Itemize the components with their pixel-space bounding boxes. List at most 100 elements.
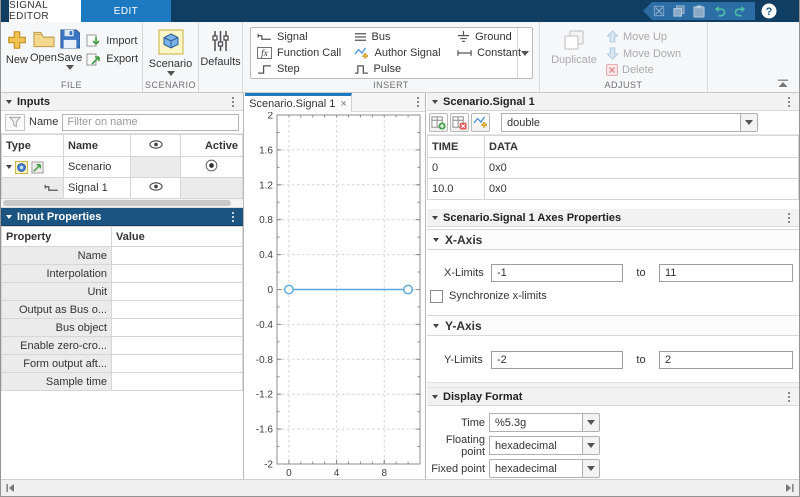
export-button[interactable]: Export bbox=[82, 50, 142, 68]
active-radio-icon[interactable] bbox=[205, 159, 218, 172]
col-time[interactable]: TIME bbox=[428, 136, 485, 158]
paste-icon[interactable] bbox=[693, 5, 705, 18]
open-button[interactable]: Open bbox=[30, 22, 57, 80]
undo-icon[interactable] bbox=[713, 5, 726, 17]
value-cell[interactable] bbox=[112, 283, 243, 301]
insert-group-label: INSERT bbox=[243, 80, 539, 90]
tab-signal-editor[interactable]: SIGNAL EDITOR bbox=[9, 0, 81, 22]
inputs-table: Type Name Active Scenario Signal 1 bbox=[1, 134, 243, 199]
value-cell[interactable] bbox=[112, 301, 243, 319]
time-cell[interactable]: 10.0 bbox=[428, 179, 485, 200]
inputs-menu-icon[interactable] bbox=[228, 95, 238, 109]
ribbon-group-defaults: Defaults bbox=[199, 22, 243, 92]
inputs-collapse-icon[interactable] bbox=[6, 100, 12, 104]
col-data[interactable]: DATA bbox=[485, 136, 799, 158]
scenario-badge-icon bbox=[15, 161, 28, 174]
close-tab-icon[interactable]: × bbox=[340, 98, 346, 110]
signal-panel-collapse-icon[interactable] bbox=[432, 100, 438, 104]
signal-panel-menu-icon[interactable] bbox=[784, 95, 794, 109]
tab-edit[interactable]: EDIT bbox=[81, 0, 171, 22]
col-name[interactable]: Name bbox=[64, 135, 131, 157]
collapse-left-pane-icon[interactable] bbox=[5, 483, 15, 493]
value-cell[interactable] bbox=[112, 355, 243, 373]
col-visibility[interactable] bbox=[131, 135, 181, 157]
redo-icon[interactable] bbox=[734, 5, 747, 17]
insert-author-signal-button[interactable]: Author Signal bbox=[348, 45, 452, 61]
input-properties-collapse-icon[interactable] bbox=[6, 215, 12, 219]
filter-input[interactable] bbox=[62, 114, 239, 131]
floating-point-combo[interactable]: hexadecimal bbox=[489, 436, 600, 455]
insert-signal-button[interactable]: Signal bbox=[251, 29, 348, 45]
col-value[interactable]: Value bbox=[112, 227, 243, 247]
display-format-menu-icon[interactable] bbox=[784, 390, 794, 404]
y-max-input[interactable]: 2 bbox=[659, 351, 793, 369]
cut-icon[interactable] bbox=[653, 5, 665, 17]
delete-row-button[interactable] bbox=[450, 113, 469, 132]
scenario-button[interactable]: Scenario bbox=[145, 22, 197, 80]
time-cell[interactable]: 0 bbox=[428, 158, 485, 179]
table-row-signal1[interactable]: Signal 1 bbox=[2, 178, 243, 199]
save-button[interactable]: Save bbox=[57, 22, 82, 80]
value-cell[interactable] bbox=[112, 247, 243, 265]
signal-chart[interactable]: 048-2-1.6-1.2-0.8-0.400.40.81.21.62 bbox=[245, 112, 425, 479]
import-export-stack: Import Export bbox=[82, 32, 142, 68]
new-button[interactable]: New bbox=[4, 22, 30, 80]
scenario-name-cell[interactable]: Scenario bbox=[64, 157, 131, 178]
plot-menu-icon[interactable] bbox=[413, 95, 423, 109]
move-down-button[interactable]: Move Down bbox=[602, 45, 685, 62]
sync-xlimits-checkbox[interactable] bbox=[430, 290, 443, 303]
signal1-visibility-icon[interactable] bbox=[149, 182, 163, 191]
value-cell[interactable] bbox=[112, 337, 243, 355]
expand-scenario-icon[interactable] bbox=[6, 165, 12, 169]
y-axis-section-header[interactable]: Y-Axis bbox=[427, 315, 799, 336]
axes-properties-menu-icon[interactable] bbox=[784, 211, 794, 225]
insert-bus-button[interactable]: Bus bbox=[348, 29, 452, 45]
insert-gallery-dropdown[interactable] bbox=[517, 28, 532, 78]
collapse-right-pane-icon[interactable] bbox=[785, 483, 795, 493]
insert-function-call-button[interactable]: fxFunction Call bbox=[251, 45, 348, 61]
x-min-input[interactable]: -1 bbox=[491, 264, 623, 282]
document-tab[interactable]: Scenario.Signal 1 × bbox=[245, 93, 352, 112]
duplicate-button[interactable]: Duplicate bbox=[546, 22, 602, 80]
filter-funnel-icon[interactable] bbox=[5, 114, 25, 131]
col-active[interactable]: Active bbox=[181, 135, 243, 157]
data-cell[interactable]: 0x0 bbox=[485, 179, 799, 200]
insert-constant-button[interactable]: Constant bbox=[451, 45, 517, 61]
signal-editor-window: SIGNAL EDITOR EDIT ? New Open Save bbox=[0, 0, 800, 497]
table-row-scenario[interactable]: Scenario bbox=[2, 157, 243, 178]
floating-point-value: hexadecimal bbox=[489, 436, 583, 455]
col-property[interactable]: Property bbox=[2, 227, 112, 247]
floating-point-format-row: Floating point hexadecimal bbox=[427, 436, 799, 455]
value-cell[interactable] bbox=[112, 265, 243, 283]
y-min-input[interactable]: -2 bbox=[491, 351, 623, 369]
value-cell[interactable] bbox=[112, 319, 243, 337]
insert-step-button[interactable]: Step bbox=[251, 61, 348, 77]
collapse-ribbon-icon[interactable] bbox=[777, 79, 789, 88]
time-format-combo[interactable]: %5.3g bbox=[489, 413, 600, 432]
add-row-button[interactable] bbox=[429, 113, 448, 132]
x-max-input[interactable]: 11 bbox=[659, 264, 793, 282]
defaults-button[interactable]: Defaults bbox=[199, 22, 242, 80]
chart-svg[interactable]: 048-2-1.6-1.2-0.8-0.400.40.81.21.62 bbox=[245, 112, 425, 480]
help-icon[interactable]: ? bbox=[761, 3, 777, 19]
signal1-name-cell[interactable]: Signal 1 bbox=[64, 178, 131, 199]
insert-ground-button[interactable]: Ground bbox=[451, 29, 517, 45]
data-cell[interactable]: 0x0 bbox=[485, 158, 799, 179]
x-axis-section-header[interactable]: X-Axis bbox=[427, 229, 799, 250]
display-format-collapse-icon[interactable] bbox=[432, 395, 438, 399]
datatype-combo[interactable]: double bbox=[501, 113, 758, 132]
move-up-button[interactable]: Move Up bbox=[602, 28, 685, 45]
import-button[interactable]: Import bbox=[82, 32, 142, 50]
sync-xlimits-row[interactable]: Synchronize x-limits bbox=[427, 288, 799, 304]
delete-button[interactable]: Delete bbox=[602, 62, 685, 78]
value-cell[interactable] bbox=[112, 373, 243, 391]
copy-icon[interactable] bbox=[673, 5, 685, 17]
author-signal-button[interactable] bbox=[471, 113, 490, 132]
insert-pulse-button[interactable]: Pulse bbox=[348, 61, 452, 77]
move-up-icon bbox=[606, 30, 619, 43]
axes-properties-collapse-icon[interactable] bbox=[432, 216, 438, 220]
inputs-hscrollbar[interactable] bbox=[1, 199, 243, 208]
input-properties-menu-icon[interactable] bbox=[228, 210, 238, 224]
col-type[interactable]: Type bbox=[2, 135, 64, 157]
fixed-point-combo[interactable]: hexadecimal bbox=[489, 459, 600, 478]
